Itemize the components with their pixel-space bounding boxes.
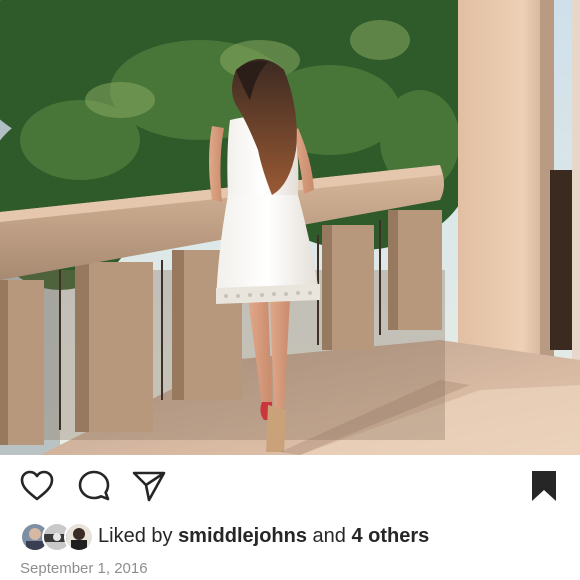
liker-username[interactable]: smiddlejohns [178, 525, 307, 547]
heart-outline-icon [20, 470, 54, 501]
like-button[interactable] [19, 468, 55, 504]
comment-button[interactable] [76, 468, 112, 504]
post-photo-scene [0, 0, 580, 455]
save-button[interactable] [526, 468, 562, 504]
paper-plane-icon [132, 471, 166, 502]
comment-bubble-icon [78, 470, 110, 501]
likes-text: Liked by smiddlejohns and 4 others [98, 525, 429, 548]
likes-summary[interactable]: Liked by smiddlejohns and 4 others [20, 521, 429, 552]
share-button[interactable] [131, 468, 167, 504]
post-date: September 1, 2016 [20, 560, 148, 577]
avatar [64, 522, 94, 552]
liker-avatars[interactable] [20, 522, 94, 552]
liked-conjunction: and [312, 524, 346, 547]
bookmark-filled-icon [532, 471, 556, 501]
post-photo[interactable] [0, 0, 580, 455]
likes-others-count[interactable]: 4 others [351, 525, 429, 547]
liked-prefix: Liked by [98, 524, 173, 547]
